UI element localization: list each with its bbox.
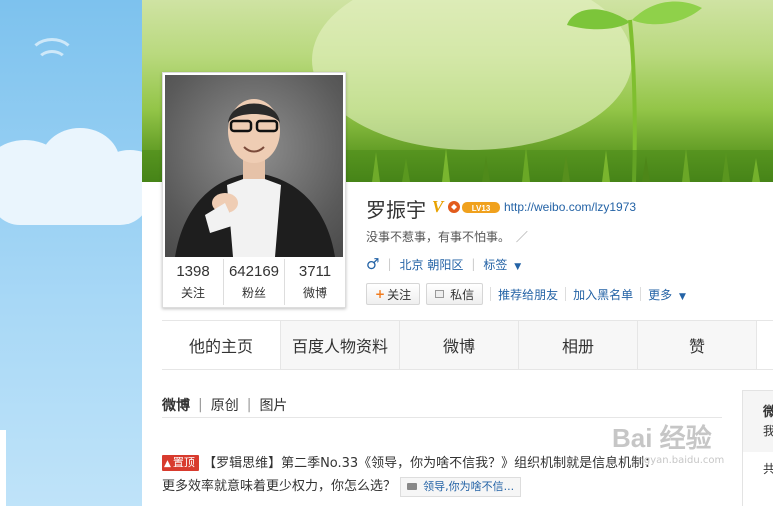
recommend-friend-link[interactable]: 推荐给朋友: [498, 286, 558, 303]
pinned-badge: ▲ 置顶: [162, 455, 199, 471]
profile-name: 罗振宇: [366, 198, 426, 222]
blacklist-link[interactable]: 加入黑名单: [573, 286, 633, 303]
message-button[interactable]: 私信: [426, 283, 484, 305]
plus-icon: +: [375, 287, 386, 301]
filter-separator: |: [198, 396, 203, 413]
caret-down-icon: ▼: [514, 261, 522, 272]
cloud-decoration: [0, 165, 150, 225]
filter-original[interactable]: 原创: [211, 395, 239, 415]
sidebar-text-3: 共: [763, 462, 773, 476]
stat-posts[interactable]: 3711 微博: [285, 259, 345, 305]
tags-label: 标签: [483, 257, 508, 272]
tab-weibo[interactable]: 微博: [400, 321, 519, 369]
follow-button-label: 关注: [387, 287, 412, 302]
pin-icon: ▲: [164, 459, 171, 469]
left-white-strip: [0, 430, 6, 506]
watermark-site: jingyan.baidu.com: [632, 455, 725, 466]
verified-v-icon[interactable]: V: [432, 197, 443, 217]
profile-motto-text: 没事不惹事，有事不怕事。: [366, 230, 511, 244]
profile-info-row: ♂ | 北京 朝阳区 | 标签 ▼: [366, 255, 521, 273]
envelope-icon: [435, 290, 445, 298]
watermark-brand: Bai 经验: [612, 423, 712, 453]
info-separator: |: [387, 257, 392, 271]
filter-separator: |: [246, 396, 252, 413]
stat-following-label: 关注: [180, 286, 205, 300]
tab-likes[interactable]: 赞: [638, 321, 757, 369]
profile-stats: 1398 关注 642169 粉丝 3711 微博: [163, 259, 345, 305]
tab-home[interactable]: 他的主页: [162, 321, 281, 369]
post-text-line-1: 【罗辑思维】第二季No.33《领导，你为啥不信我？》组织机制就是信息机制：: [203, 456, 658, 471]
action-divider: [640, 287, 642, 301]
action-divider: [565, 287, 567, 301]
sidebar-text-1: 微: [763, 405, 773, 420]
stat-posts-count: 3711: [298, 263, 332, 280]
avatar[interactable]: [165, 75, 343, 257]
stat-following-count: 1398: [176, 263, 210, 280]
stat-followers-label: 粉丝: [241, 286, 266, 300]
video-camera-icon: [407, 483, 418, 490]
filter-all-posts[interactable]: 微博: [162, 395, 190, 415]
location-link[interactable]: 北京 朝阳区: [400, 256, 464, 273]
profile-tabs: 他的主页 百度人物资料 微博 相册 赞: [162, 320, 773, 370]
right-sidebar-card-2: 共: [742, 452, 773, 506]
post-text-line-2: 更多效率就意味着更少权力，你怎么选？: [162, 479, 397, 494]
profile-motto: 没事不惹事，有事不怕事。 ／: [366, 228, 528, 245]
avatar-photo: [175, 99, 335, 257]
caret-down-icon: ▼: [678, 291, 686, 302]
tags-dropdown[interactable]: 标签 ▼: [483, 256, 521, 273]
message-button-label: 私信: [450, 287, 475, 302]
follow-button[interactable]: + 关注: [366, 283, 421, 305]
stat-following[interactable]: 1398 关注: [163, 259, 224, 305]
info-separator: |: [471, 257, 476, 271]
stat-followers[interactable]: 642169 粉丝: [224, 259, 285, 305]
edit-pencil-icon: ／: [515, 230, 528, 244]
post-line-2: 更多效率就意味着更少权力，你怎么选？ 领导,你为啥不信...: [162, 475, 722, 498]
tab-baidu-profile[interactable]: 百度人物资料: [281, 321, 400, 369]
profile-actions: + 关注 私信 推荐给朋友 加入黑名单 更多 ▼: [366, 283, 686, 305]
stat-posts-label: 微博: [302, 286, 327, 300]
avatar-card: 1398 关注 642169 粉丝 3711 微博: [162, 72, 346, 308]
sidebar-text-2: 我: [763, 424, 773, 438]
profile-page: 1398 关注 642169 粉丝 3711 微博 罗振宇 V LV13 htt…: [142, 0, 773, 506]
gender-male-icon: ♂: [366, 255, 380, 273]
signal-wave-decoration: [36, 50, 68, 76]
feed-filter-tabs: 微博 | 原创 | 图片: [162, 392, 722, 418]
stat-followers-count: 642169: [228, 263, 280, 280]
video-link[interactable]: 领导,你为啥不信...: [400, 476, 522, 497]
baidu-jingyan-watermark: Bai 经验 jingyan.baidu.com: [612, 418, 724, 466]
video-link-label: 领导,你为啥不信...: [423, 480, 515, 493]
action-divider: [490, 287, 492, 301]
pinned-badge-label: 置顶: [172, 456, 195, 469]
filter-pictures[interactable]: 图片: [259, 395, 287, 415]
profile-url-link[interactable]: http://weibo.com/lzy1973: [504, 200, 636, 214]
tab-album[interactable]: 相册: [519, 321, 638, 369]
more-label: 更多: [648, 287, 673, 302]
member-level-text: LV13: [472, 204, 491, 213]
member-level-icon[interactable]: LV13: [446, 200, 501, 214]
more-dropdown[interactable]: 更多 ▼: [648, 286, 686, 303]
